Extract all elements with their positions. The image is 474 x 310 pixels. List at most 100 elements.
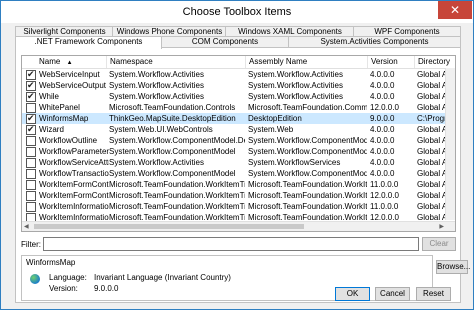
- column-name[interactable]: Name ▲: [36, 56, 89, 68]
- checkmark-icon: ✔: [27, 69, 35, 79]
- version-value: 9.0.0.0: [94, 284, 119, 293]
- cell-version: 4.0.0.0: [370, 92, 395, 101]
- row-checkbox[interactable]: [26, 180, 36, 190]
- scroll-left-icon[interactable]: ◀: [24, 223, 29, 230]
- cell-version: 4.0.0.0: [370, 147, 395, 156]
- cell-assembly: Microsoft.TeamFoundation.WorkItemTra: [248, 180, 367, 189]
- clear-button[interactable]: Clear: [422, 237, 456, 251]
- scroll-right-icon[interactable]: ▶: [439, 223, 444, 230]
- cell-name: WorkflowTransaction:: [39, 169, 109, 178]
- row-checkbox[interactable]: [26, 202, 36, 212]
- table-row[interactable]: ✔ While System.Workflow.Activities System.W…: [22, 91, 455, 102]
- table-row[interactable]: ✔ WebServiceOutput System.Workflow.Activit…: [22, 80, 455, 91]
- cell-assembly: System.WorkflowServices: [248, 158, 341, 167]
- component-info-box: WinformsMap Language: Invariant Language…: [21, 255, 433, 301]
- table-row[interactable]: WorkItemFormContro Microsoft.TeamFoundati…: [22, 190, 455, 201]
- column-namespace[interactable]: Namespace: [106, 56, 243, 68]
- cell-assembly: Microsoft.TeamFoundation.WorkItemTra: [248, 202, 367, 211]
- cancel-button[interactable]: Cancel: [375, 287, 410, 301]
- cell-assembly: DesktopEdition: [248, 114, 302, 123]
- table-row[interactable]: ✔ WinformsMap ThinkGeo.MapSuite.DesktopEdi…: [22, 113, 455, 124]
- table-row[interactable]: WorkItemFormContro Microsoft.TeamFoundati…: [22, 179, 455, 190]
- row-checkbox[interactable]: ✔: [26, 69, 36, 80]
- checkmark-icon: ✔: [27, 80, 35, 90]
- cell-version: 4.0.0.0: [370, 169, 395, 178]
- tab-com[interactable]: COM Components: [160, 36, 290, 47]
- horizontal-scrollbar[interactable]: ◀ ▶: [22, 221, 455, 231]
- cell-assembly: System.Workflow.Activities: [248, 70, 343, 79]
- ok-button[interactable]: OK: [335, 287, 370, 301]
- checkmark-icon: ✔: [27, 91, 35, 101]
- cell-namespace: System.Workflow.Activities: [109, 92, 204, 101]
- cell-assembly: System.Workflow.Activities: [248, 81, 343, 90]
- cell-version: 4.0.0.0: [370, 81, 395, 90]
- column-assembly-name[interactable]: Assembly Name: [245, 56, 368, 68]
- cell-namespace: System.Workflow.Activities: [109, 70, 204, 79]
- row-checkbox[interactable]: [26, 191, 36, 201]
- cell-version: 4.0.0.0: [370, 125, 395, 134]
- row-checkbox[interactable]: [26, 103, 36, 113]
- cell-name: WorkItemInformation: [39, 202, 109, 211]
- cell-namespace: System.Workflow.Activities: [109, 158, 204, 167]
- cell-assembly: System.Workflow.Activities: [248, 92, 343, 101]
- cell-namespace: Microsoft.TeamFoundation.Controls: [109, 103, 236, 112]
- cell-name: WorkflowOutline: [39, 136, 98, 145]
- cell-namespace: System.Workflow.Activities: [109, 81, 204, 90]
- cell-version: 4.0.0.0: [370, 158, 395, 167]
- cell-name: WebServiceInput: [39, 70, 100, 79]
- column-version[interactable]: Version: [367, 56, 415, 68]
- close-button[interactable]: ✕: [438, 1, 472, 19]
- cell-version: 11.0.0.0: [370, 180, 399, 189]
- cell-name: While: [39, 92, 60, 101]
- cell-version: 12.0.0.0: [370, 191, 399, 200]
- browse-button[interactable]: Browse...: [436, 260, 470, 274]
- cell-namespace: System.Workflow.ComponentModel: [109, 169, 236, 178]
- table-row[interactable]: WorkItemInformation Microsoft.TeamFoundat…: [22, 201, 455, 212]
- table-row[interactable]: ✔ WebServiceInput System.Workflow.Activiti…: [22, 69, 455, 80]
- row-checkbox[interactable]: ✔: [26, 91, 36, 102]
- table-row[interactable]: WhitePanel Microsoft.TeamFoundation.Contr…: [22, 102, 455, 113]
- table-row[interactable]: WorkflowOutline System.Workflow.Component…: [22, 135, 455, 146]
- table-row[interactable]: ✔ Wizard System.Web.UI.WebControls System.W…: [22, 124, 455, 135]
- tab-row-front: .NET Framework Components COM Components…: [15, 36, 461, 49]
- column-name-label: Name: [39, 57, 61, 66]
- cell-version: 4.0.0.0: [370, 136, 395, 145]
- cell-namespace: Microsoft.TeamFoundation.WorkItemTrackin…: [109, 180, 245, 189]
- row-checkbox[interactable]: [26, 158, 36, 168]
- table-header: Name ▲ Namespace Assembly Name Version D…: [22, 56, 455, 69]
- cell-namespace: Microsoft.TeamFoundation.WorkItemTrackin…: [109, 202, 245, 211]
- cell-assembly: Microsoft.TeamFoundation.Common.Lil: [248, 103, 367, 112]
- tab-system-activities[interactable]: System.Activities Components: [288, 36, 461, 47]
- cell-version: 12.0.0.0: [370, 103, 399, 112]
- cell-assembly: System.Workflow.ComponentModel: [248, 169, 367, 178]
- checkmark-icon: ✔: [27, 113, 35, 123]
- sort-ascending-icon: ▲: [66, 60, 73, 66]
- cell-namespace: System.Workflow.ComponentModel: [109, 147, 236, 156]
- checkmark-icon: ✔: [27, 124, 35, 134]
- cell-namespace: ThinkGeo.MapSuite.DesktopEdition: [109, 114, 236, 123]
- vertical-scrollbar[interactable]: [445, 68, 455, 220]
- table-row[interactable]: WorkflowTransaction: System.Workflow.Comp…: [22, 168, 455, 179]
- cell-namespace: System.Workflow.ComponentModel.Design: [109, 136, 245, 145]
- table-row[interactable]: WorkflowParameterBi System.Workflow.Compo…: [22, 146, 455, 157]
- tab-net-framework[interactable]: .NET Framework Components: [15, 36, 162, 49]
- title-bar: Choose Toolbox Items ✕: [1, 1, 473, 23]
- cell-name: WinformsMap: [39, 114, 89, 123]
- cell-assembly: System.Workflow.ComponentModel: [248, 136, 367, 145]
- horizontal-scroll-thumb[interactable]: [34, 224, 304, 229]
- row-checkbox[interactable]: [26, 136, 36, 146]
- row-checkbox[interactable]: [26, 147, 36, 157]
- row-checkbox[interactable]: ✔: [26, 113, 36, 124]
- row-checkbox[interactable]: [26, 169, 36, 179]
- filter-input[interactable]: [43, 237, 419, 251]
- components-table: Name ▲ Namespace Assembly Name Version D…: [21, 55, 456, 232]
- column-directory[interactable]: Directory: [414, 56, 455, 68]
- row-checkbox[interactable]: ✔: [26, 124, 36, 135]
- cell-assembly: System.Workflow.ComponentModel: [248, 147, 367, 156]
- filter-label: Filter:: [21, 240, 41, 249]
- cell-name: WhitePanel: [39, 103, 80, 112]
- cell-version: 4.0.0.0: [370, 70, 395, 79]
- reset-button[interactable]: Reset: [416, 287, 451, 301]
- table-row[interactable]: WorkflowServiceAttril System.Workflow.Act…: [22, 157, 455, 168]
- row-checkbox[interactable]: ✔: [26, 80, 36, 91]
